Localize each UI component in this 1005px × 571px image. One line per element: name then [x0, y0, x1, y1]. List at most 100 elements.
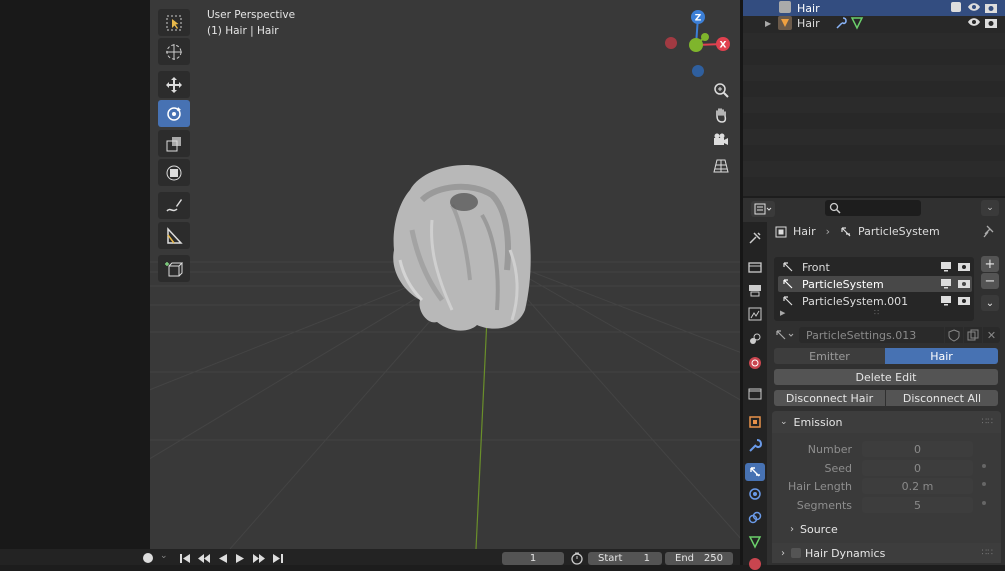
expand-arrow-icon[interactable]: ▶ — [765, 19, 771, 28]
add-cube-tool[interactable] — [158, 255, 190, 282]
properties-search-input[interactable] — [825, 200, 921, 216]
hair-dynamics-checkbox[interactable] — [791, 548, 801, 558]
number-field[interactable]: 0 — [862, 441, 973, 457]
add-particle-system-button[interactable]: + — [981, 256, 999, 272]
render-tab-icon[interactable] — [748, 260, 762, 274]
disconnect-hair-button[interactable]: Disconnect Hair — [774, 390, 885, 406]
options-dropdown-button[interactable]: ⌄ — [981, 200, 999, 216]
list-item[interactable]: ParticleSystem — [778, 276, 972, 292]
emission-panel-header[interactable]: ⌄ Emission ∷∷ — [772, 411, 1001, 433]
properties-editor-icon — [754, 203, 772, 215]
render-camera-icon[interactable] — [958, 294, 970, 309]
constraints-tab-icon[interactable] — [748, 511, 762, 525]
fake-user-shield-icon[interactable] — [945, 327, 963, 343]
move-tool[interactable] — [158, 71, 190, 98]
hair-length-field[interactable]: 0.2 m — [862, 478, 973, 494]
view-layer-tab-icon[interactable] — [748, 307, 762, 321]
monitor-icon[interactable] — [940, 260, 952, 275]
3d-viewport[interactable]: User Perspective (1) Hair | Hair Z X — [150, 0, 740, 549]
tab-hair[interactable]: Hair — [885, 348, 998, 364]
keyframe-dot-icon[interactable] — [982, 464, 986, 468]
transform-tool[interactable] — [158, 159, 190, 186]
cursor-tool[interactable] — [158, 38, 190, 65]
delete-edit-button[interactable]: Delete Edit — [774, 369, 998, 385]
seed-label: Seed — [824, 462, 853, 475]
end-frame-field[interactable]: End 250 — [665, 552, 733, 565]
list-specials-button[interactable]: ⌄ — [981, 295, 999, 311]
data-tab-icon[interactable] — [748, 535, 762, 549]
particle-settings-name-field[interactable]: ParticleSettings.013 — [799, 327, 944, 343]
modifier-tab-icon[interactable] — [748, 439, 762, 453]
resize-grip-icon[interactable]: ∷ — [874, 308, 880, 317]
measure-tool[interactable] — [158, 222, 190, 249]
current-frame-field[interactable]: 1 — [502, 552, 564, 565]
remove-particle-system-button[interactable]: − — [981, 273, 999, 289]
render-camera-icon[interactable] — [958, 260, 970, 275]
disconnect-all-button[interactable]: Disconnect All — [886, 390, 998, 406]
stopwatch-icon[interactable] — [570, 552, 584, 568]
render-camera-icon[interactable] — [984, 15, 998, 32]
grid-perspective-icon — [713, 159, 729, 173]
material-tab-icon[interactable] — [748, 557, 762, 571]
breadcrumb-object: Hair — [793, 225, 816, 238]
eye-icon[interactable] — [967, 15, 981, 32]
mesh-object-icon — [778, 16, 792, 33]
chevron-down-icon[interactable]: ⌄ — [160, 551, 168, 561]
zoom-button[interactable] — [710, 79, 732, 101]
next-keyframe-icon[interactable] — [252, 553, 266, 564]
source-subpanel-header[interactable]: › Source — [790, 523, 838, 536]
hair-dynamics-panel-header[interactable]: › Hair Dynamics ∷∷ — [772, 543, 1001, 563]
keyframe-dot-icon[interactable] — [982, 482, 986, 486]
hair-length-label: Hair Length — [787, 480, 852, 493]
perspective-toggle-button[interactable] — [710, 155, 732, 177]
particles-tab-icon[interactable] — [745, 463, 765, 481]
physics-tab-icon[interactable] — [748, 487, 762, 501]
jump-start-icon[interactable] — [180, 553, 190, 564]
annotate-tool[interactable] — [158, 192, 190, 219]
pan-button[interactable] — [710, 104, 732, 126]
scale-tool[interactable] — [158, 130, 190, 157]
tool-tab-icon[interactable] — [748, 231, 762, 245]
play-reverse-icon[interactable] — [218, 553, 228, 564]
render-camera-icon[interactable] — [958, 277, 970, 292]
outliner: Hair ▶ Hair — [743, 0, 1005, 196]
drag-handle-icon[interactable]: ∷∷ — [982, 417, 993, 427]
keyframe-dot-icon[interactable] — [982, 501, 986, 505]
object-tab-icon[interactable] — [748, 415, 762, 429]
tab-emitter[interactable]: Emitter — [774, 348, 885, 364]
select-box-tool[interactable] — [158, 9, 190, 36]
world-tab-icon[interactable] — [748, 356, 762, 370]
outliner-row-hair-object[interactable]: Hair — [743, 0, 1005, 16]
minus-icon: − — [984, 273, 996, 289]
particle-settings-browse-icon[interactable] — [774, 328, 796, 342]
checkbox-icon[interactable] — [951, 2, 961, 12]
seed-field[interactable]: 0 — [862, 460, 973, 476]
output-tab-icon[interactable] — [748, 283, 762, 297]
start-frame-field[interactable]: Start 1 — [588, 552, 662, 565]
collection-tab-icon[interactable] — [748, 386, 762, 400]
particle-settings-selector[interactable]: ParticleSettings.013 ✕ — [774, 327, 1000, 343]
monitor-icon[interactable] — [940, 277, 952, 292]
camera-view-button[interactable] — [710, 129, 732, 151]
navigation-gizmo[interactable]: Z X — [662, 8, 738, 80]
chevron-down-icon: ⌄ — [985, 297, 995, 309]
record-icon[interactable] — [143, 553, 153, 563]
list-item[interactable]: ParticleSystem.001 — [778, 293, 972, 309]
segments-field[interactable]: 5 — [862, 497, 973, 513]
play-icon[interactable] — [235, 553, 245, 564]
pin-icon[interactable] — [983, 225, 995, 242]
expand-arrow-icon[interactable]: ▶ — [780, 309, 785, 317]
monitor-icon[interactable] — [940, 294, 952, 309]
drag-handle-icon[interactable]: ∷∷ — [982, 548, 993, 558]
hand-icon — [716, 108, 727, 123]
previous-keyframe-icon[interactable] — [197, 553, 211, 564]
unlink-close-icon[interactable]: ✕ — [983, 327, 1000, 343]
rotate-tool[interactable] — [158, 100, 190, 127]
outliner-row-hair-mesh[interactable]: ▶ Hair — [743, 15, 1005, 31]
jump-end-icon[interactable] — [273, 553, 283, 564]
editor-type-button[interactable] — [751, 201, 775, 217]
hair-model[interactable] — [382, 160, 542, 335]
list-item[interactable]: Front — [778, 259, 972, 275]
duplicate-icon[interactable] — [964, 327, 982, 343]
scene-tab-icon[interactable] — [748, 332, 762, 346]
